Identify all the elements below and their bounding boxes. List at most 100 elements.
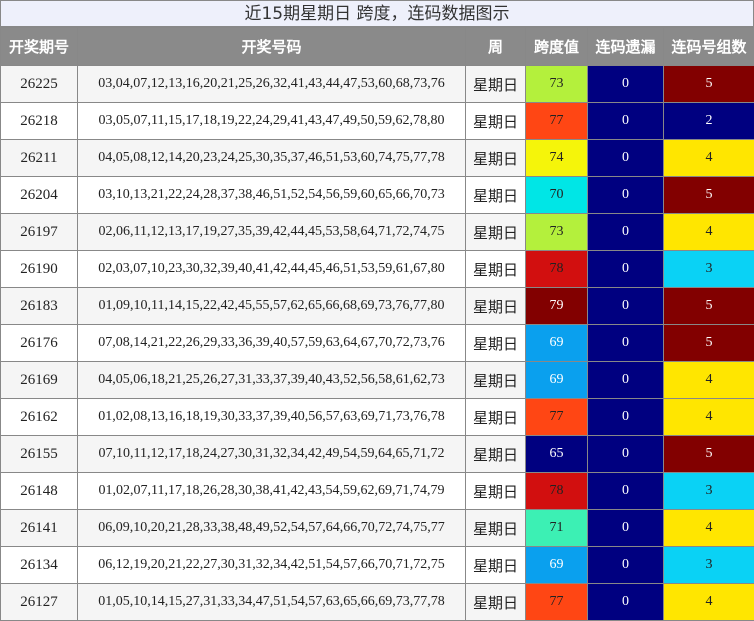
- table-row: 2616201,02,08,13,16,18,19,30,33,37,39,40…: [1, 399, 754, 436]
- span-cell: 78: [526, 473, 588, 510]
- group-count-cell: 3: [664, 547, 754, 584]
- table-row: 2615507,10,11,12,17,18,24,27,30,31,32,34…: [1, 436, 754, 473]
- week-cell: 星期日: [466, 473, 526, 510]
- header-week: 周: [466, 28, 526, 66]
- miss-cell: 0: [588, 325, 664, 362]
- numbers-cell: 01,02,07,11,17,18,26,28,30,38,41,42,43,5…: [78, 473, 466, 510]
- table-body: 2622503,04,07,12,13,16,20,21,25,26,32,41…: [1, 66, 754, 621]
- span-cell: 77: [526, 103, 588, 140]
- table-row: 2622503,04,07,12,13,16,20,21,25,26,32,41…: [1, 66, 754, 103]
- table-row: 2616904,05,06,18,21,25,26,27,31,33,37,39…: [1, 362, 754, 399]
- week-cell: 星期日: [466, 510, 526, 547]
- numbers-cell: 02,03,07,10,23,30,32,39,40,41,42,44,45,4…: [78, 251, 466, 288]
- span-cell: 73: [526, 214, 588, 251]
- group-count-cell: 4: [664, 362, 754, 399]
- group-count-cell: 2: [664, 103, 754, 140]
- group-count-cell: 5: [664, 177, 754, 214]
- week-cell: 星期日: [466, 288, 526, 325]
- numbers-cell: 07,08,14,21,22,26,29,33,36,39,40,57,59,6…: [78, 325, 466, 362]
- table-row: 2620403,10,13,21,22,24,28,37,38,46,51,52…: [1, 177, 754, 214]
- group-count-cell: 5: [664, 288, 754, 325]
- week-cell: 星期日: [466, 399, 526, 436]
- miss-cell: 0: [588, 288, 664, 325]
- miss-cell: 0: [588, 177, 664, 214]
- group-count-cell: 5: [664, 66, 754, 103]
- week-cell: 星期日: [466, 66, 526, 103]
- header-span: 跨度值: [526, 28, 588, 66]
- span-cell: 79: [526, 288, 588, 325]
- week-cell: 星期日: [466, 436, 526, 473]
- group-count-cell: 5: [664, 325, 754, 362]
- issue-cell: 26148: [1, 473, 78, 510]
- week-cell: 星期日: [466, 584, 526, 621]
- span-cell: 69: [526, 325, 588, 362]
- table-row: 2621104,05,08,12,14,20,23,24,25,30,35,37…: [1, 140, 754, 177]
- issue-cell: 26225: [1, 66, 78, 103]
- numbers-cell: 03,05,07,11,15,17,18,19,22,24,29,41,43,4…: [78, 103, 466, 140]
- miss-cell: 0: [588, 66, 664, 103]
- numbers-cell: 04,05,08,12,14,20,23,24,25,30,35,37,46,5…: [78, 140, 466, 177]
- numbers-cell: 03,04,07,12,13,16,20,21,25,26,32,41,43,4…: [78, 66, 466, 103]
- span-cell: 73: [526, 66, 588, 103]
- group-count-cell: 3: [664, 251, 754, 288]
- numbers-cell: 01,05,10,14,15,27,31,33,34,47,51,54,57,6…: [78, 584, 466, 621]
- header-issue: 开奖期号: [1, 28, 78, 66]
- week-cell: 星期日: [466, 325, 526, 362]
- span-cell: 65: [526, 436, 588, 473]
- issue-cell: 26134: [1, 547, 78, 584]
- group-count-cell: 4: [664, 399, 754, 436]
- table-row: 2619702,06,11,12,13,17,19,27,35,39,42,44…: [1, 214, 754, 251]
- issue-cell: 26211: [1, 140, 78, 177]
- span-cell: 69: [526, 362, 588, 399]
- table-row: 2617607,08,14,21,22,26,29,33,36,39,40,57…: [1, 325, 754, 362]
- issue-cell: 26190: [1, 251, 78, 288]
- span-cell: 71: [526, 510, 588, 547]
- table-row: 2618301,09,10,11,14,15,22,42,45,55,57,62…: [1, 288, 754, 325]
- miss-cell: 0: [588, 140, 664, 177]
- issue-cell: 26155: [1, 436, 78, 473]
- table-row: 2621803,05,07,11,15,17,18,19,22,24,29,41…: [1, 103, 754, 140]
- issue-cell: 26162: [1, 399, 78, 436]
- miss-cell: 0: [588, 251, 664, 288]
- table-row: 2613406,12,19,20,21,22,27,30,31,32,34,42…: [1, 547, 754, 584]
- numbers-cell: 04,05,06,18,21,25,26,27,31,33,37,39,40,4…: [78, 362, 466, 399]
- group-count-cell: 3: [664, 473, 754, 510]
- week-cell: 星期日: [466, 547, 526, 584]
- page-title: 近15期星期日 跨度，连码数据图示: [0, 0, 754, 27]
- miss-cell: 0: [588, 547, 664, 584]
- span-cell: 69: [526, 547, 588, 584]
- table-row: 2612701,05,10,14,15,27,31,33,34,47,51,54…: [1, 584, 754, 621]
- group-count-cell: 4: [664, 510, 754, 547]
- numbers-cell: 02,06,11,12,13,17,19,27,35,39,42,44,45,5…: [78, 214, 466, 251]
- week-cell: 星期日: [466, 214, 526, 251]
- table-row: 2619002,03,07,10,23,30,32,39,40,41,42,44…: [1, 251, 754, 288]
- group-count-cell: 4: [664, 584, 754, 621]
- span-cell: 77: [526, 399, 588, 436]
- issue-cell: 26176: [1, 325, 78, 362]
- results-table: 开奖期号 开奖号码 周 跨度值 连码遗漏 连码号组数 2622503,04,07…: [0, 27, 754, 621]
- table-row: 2614106,09,10,20,21,28,33,38,48,49,52,54…: [1, 510, 754, 547]
- miss-cell: 0: [588, 436, 664, 473]
- miss-cell: 0: [588, 510, 664, 547]
- numbers-cell: 06,12,19,20,21,22,27,30,31,32,34,42,51,5…: [78, 547, 466, 584]
- issue-cell: 26127: [1, 584, 78, 621]
- numbers-cell: 03,10,13,21,22,24,28,37,38,46,51,52,54,5…: [78, 177, 466, 214]
- week-cell: 星期日: [466, 103, 526, 140]
- span-cell: 70: [526, 177, 588, 214]
- miss-cell: 0: [588, 214, 664, 251]
- miss-cell: 0: [588, 473, 664, 510]
- issue-cell: 26197: [1, 214, 78, 251]
- chart-container: 近15期星期日 跨度，连码数据图示 开奖期号 开奖号码 周 跨度值 连码遗漏 连…: [0, 0, 754, 620]
- miss-cell: 0: [588, 399, 664, 436]
- span-cell: 77: [526, 584, 588, 621]
- miss-cell: 0: [588, 103, 664, 140]
- group-count-cell: 5: [664, 436, 754, 473]
- week-cell: 星期日: [466, 177, 526, 214]
- group-count-cell: 4: [664, 214, 754, 251]
- issue-cell: 26218: [1, 103, 78, 140]
- numbers-cell: 01,09,10,11,14,15,22,42,45,55,57,62,65,6…: [78, 288, 466, 325]
- table-row: 2614801,02,07,11,17,18,26,28,30,38,41,42…: [1, 473, 754, 510]
- numbers-cell: 06,09,10,20,21,28,33,38,48,49,52,54,57,6…: [78, 510, 466, 547]
- header-numbers: 开奖号码: [78, 28, 466, 66]
- miss-cell: 0: [588, 584, 664, 621]
